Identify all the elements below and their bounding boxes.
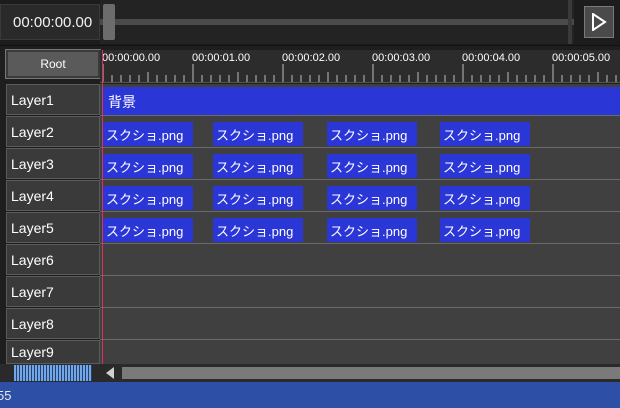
timeline-clip[interactable]: スクショ.png [327, 186, 417, 210]
track-divider [100, 243, 620, 244]
timeline-clip[interactable]: スクショ.png [440, 186, 530, 210]
track-divider [100, 275, 620, 276]
zoom-slider[interactable] [14, 365, 92, 381]
ruler-label: 00:00:01.00 [192, 52, 251, 64]
layer-header[interactable]: Layer8 [6, 308, 100, 339]
timeline-clip[interactable]: スクショ.png [327, 218, 417, 242]
track-divider [100, 339, 620, 340]
timeline-scrollbar-area [0, 364, 620, 382]
layer-header[interactable]: Layer4 [6, 180, 100, 211]
layer-header[interactable]: Layer7 [6, 276, 100, 307]
timeline-clip[interactable]: スクショ.png [327, 154, 417, 178]
layer-header[interactable]: Layer6 [6, 244, 100, 275]
ruler-label: 00:00:05.00 [552, 52, 611, 64]
ruler-label: 00:00:04.00 [462, 52, 521, 64]
play-icon [592, 13, 607, 31]
timeline-clip[interactable]: スクショ.png [213, 218, 303, 242]
timecode-display: 00:00:00.00 [0, 4, 100, 40]
status-bar: 55 [0, 382, 620, 408]
time-ruler[interactable]: 00:00:00.00 00:00:01.00 00:00:02.00 00:0… [100, 50, 620, 83]
layer-header[interactable]: Layer3 [6, 148, 100, 179]
layer-header[interactable]: Layer5 [6, 212, 100, 243]
ruler-label: 00:00:03.00 [372, 52, 431, 64]
status-text: 55 [0, 387, 12, 403]
seek-track[interactable] [100, 19, 574, 25]
layer-header[interactable]: Layer9 [6, 340, 100, 364]
ruler-ticks [102, 64, 617, 82]
timeline-clip[interactable]: スクショ.png [103, 122, 193, 146]
track-divider [100, 211, 620, 212]
timeline-clip[interactable]: スクショ.png [103, 218, 193, 242]
timeline-clip[interactable]: スクショ.png [440, 122, 530, 146]
scroll-left-icon[interactable] [106, 367, 114, 379]
track-divider [100, 179, 620, 180]
timeline-clip[interactable]: スクショ.png [327, 122, 417, 146]
timeline-clip[interactable]: スクショ.png [103, 186, 193, 210]
seek-bar[interactable] [100, 0, 574, 44]
timeline-clip[interactable]: 背景 [103, 87, 620, 116]
seek-thumb[interactable] [103, 4, 115, 40]
layer-header[interactable]: Layer1 [6, 84, 100, 115]
timeline-clip[interactable]: スクショ.png [440, 218, 530, 242]
seek-end-marker [568, 0, 572, 44]
timeline-tracks[interactable]: 背景 スクショ.png スクショ.png スクショ.png スクショ.png ス… [100, 84, 620, 364]
transport-bar: 00:00:00.00 [0, 0, 620, 46]
timeline-clip[interactable]: スクショ.png [213, 122, 303, 146]
ruler-label: 00:00:02.00 [282, 52, 341, 64]
track-divider [100, 307, 620, 308]
layer-list: Root Layer1 Layer2 Layer3 Layer4 Layer5 … [5, 49, 101, 364]
track-divider [100, 115, 620, 116]
ruler-label: 00:00:00.00 [102, 52, 161, 64]
timeline-clip[interactable]: スクショ.png [103, 154, 193, 178]
track-divider [100, 147, 620, 148]
play-button[interactable] [584, 6, 614, 38]
timeline-clip[interactable]: スクショ.png [440, 154, 530, 178]
layer-header[interactable]: Layer2 [6, 116, 100, 147]
playhead[interactable] [102, 50, 103, 364]
root-button[interactable]: Root [5, 49, 101, 79]
horizontal-scrollbar-thumb[interactable] [122, 367, 620, 379]
timeline-clip[interactable]: スクショ.png [213, 154, 303, 178]
timeline-clip[interactable]: スクショ.png [213, 186, 303, 210]
